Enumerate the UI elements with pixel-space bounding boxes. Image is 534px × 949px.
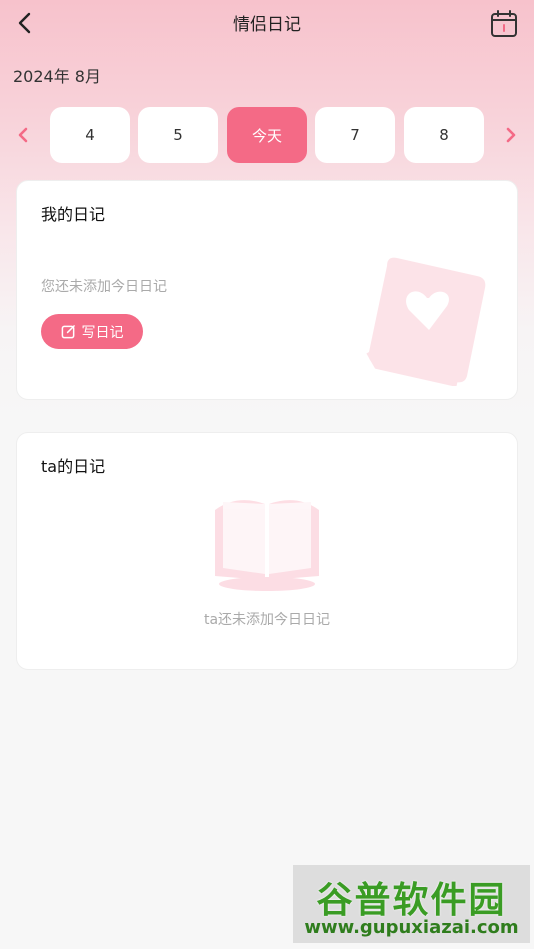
date-label: 8 xyxy=(439,126,449,144)
date-item[interactable]: 5 xyxy=(138,107,218,163)
edit-icon xyxy=(61,325,75,339)
watermark-title: 谷普软件园 xyxy=(316,880,507,921)
date-item-today[interactable]: 今天 xyxy=(227,107,307,163)
chevron-left-icon xyxy=(18,127,28,143)
date-label: 4 xyxy=(85,126,95,144)
date-strip: 4 5 今天 7 8 xyxy=(0,105,534,165)
my-diary-card: 我的日记 您还未添加今日日记 写日记 xyxy=(16,180,518,400)
my-diary-title: 我的日记 xyxy=(41,205,106,224)
ta-diary-empty-text: ta还未添加今日日记 xyxy=(203,612,331,628)
ta-diary-card: ta的日记 ta还未添加今日日记 xyxy=(16,432,518,670)
date-label: 7 xyxy=(350,126,360,144)
top-bar: 情侣日记 xyxy=(0,0,534,44)
date-label: 5 xyxy=(173,126,183,144)
diary-book-illustration xyxy=(366,257,486,386)
watermark-url: www.gupuxiazai.com xyxy=(304,917,519,938)
write-diary-button[interactable]: 写日记 xyxy=(41,314,143,349)
watermark-logo: 谷普软件园 www.gupuxiazai.com xyxy=(293,865,530,943)
calendar-button[interactable] xyxy=(488,8,520,40)
calendar-icon xyxy=(491,10,517,37)
date-label: 今天 xyxy=(251,126,282,145)
next-dates-button[interactable] xyxy=(502,125,520,145)
chevron-right-icon xyxy=(506,127,516,143)
month-label: 2024年 8月 xyxy=(13,67,101,86)
diary-screen: 情侣日记 2024年 8月 4 5 今天 7 8 我的日记 您还未添加今日日记 … xyxy=(0,0,534,949)
my-diary-empty-text: 您还未添加今日日记 xyxy=(41,279,167,295)
ta-diary-title: ta的日记 xyxy=(41,457,106,476)
prev-dates-button[interactable] xyxy=(14,125,32,145)
date-item[interactable]: 4 xyxy=(50,107,130,163)
open-book-illustration xyxy=(215,500,319,591)
page-title: 情侣日记 xyxy=(233,15,301,35)
date-item[interactable]: 8 xyxy=(404,107,484,163)
date-item[interactable]: 7 xyxy=(315,107,395,163)
write-diary-label: 写日记 xyxy=(81,324,124,341)
